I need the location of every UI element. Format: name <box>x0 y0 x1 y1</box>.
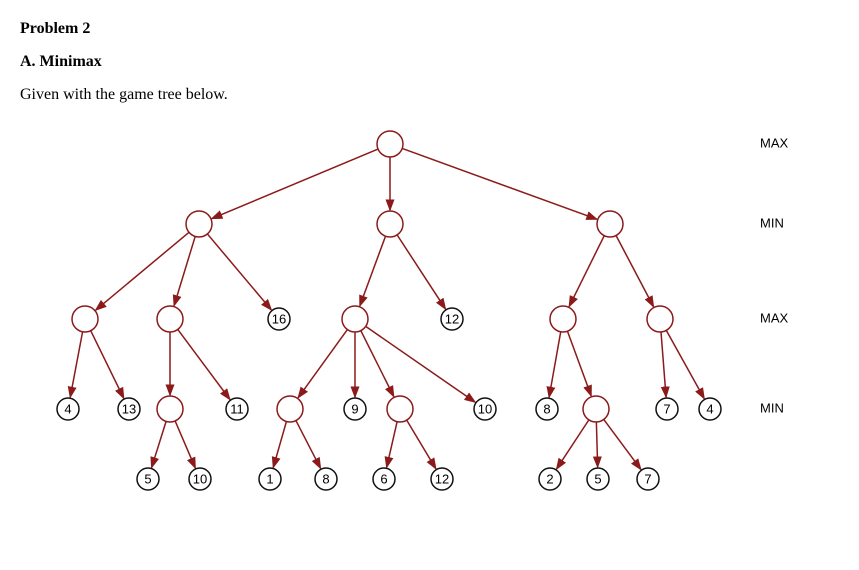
internal-node <box>157 396 183 422</box>
internal-node <box>550 306 576 332</box>
node-value: 11 <box>230 402 244 417</box>
node-value: 10 <box>193 472 207 487</box>
node-value: 6 <box>380 472 387 487</box>
node-value: 12 <box>435 472 449 487</box>
internal-node <box>72 306 98 332</box>
tree-edge <box>387 422 397 468</box>
tree-edge <box>175 421 195 468</box>
internal-node <box>387 396 413 422</box>
internal-node <box>277 396 303 422</box>
level-label: MAX <box>760 135 789 150</box>
tree-edge <box>361 331 394 397</box>
internal-node <box>647 306 673 332</box>
node-value: 1 <box>266 472 273 487</box>
node-value: 5 <box>594 472 601 487</box>
tree-edge <box>152 421 167 467</box>
node-value: 2 <box>546 472 553 487</box>
tree-edge <box>666 330 704 398</box>
tree-edge <box>557 420 589 469</box>
tree-edge <box>407 420 436 469</box>
problem-heading: Problem 2 <box>20 20 839 38</box>
tree-edge <box>96 232 189 310</box>
tree-edge <box>397 235 445 309</box>
node-value: 7 <box>644 472 651 487</box>
internal-node <box>583 396 609 422</box>
internal-node <box>186 211 212 237</box>
tree-edge <box>70 332 82 397</box>
tree-edge <box>296 421 321 469</box>
tree-edge <box>549 332 561 397</box>
node-value: 8 <box>322 472 329 487</box>
level-label: MIN <box>760 400 784 415</box>
tree-edge <box>569 236 604 307</box>
node-value: 7 <box>663 402 670 417</box>
node-value: 4 <box>706 402 713 417</box>
node-value: 16 <box>272 312 286 327</box>
node-value: 5 <box>144 472 151 487</box>
game-tree-diagram: 16 12 4 13 11 9 10 8 7 4 5 10 1 8 6 12 2 5 7 MAX MIN MAX MIN <box>20 114 840 514</box>
node-value: 4 <box>64 402 71 417</box>
internal-node <box>157 306 183 332</box>
internal-node <box>597 211 623 237</box>
internal-node <box>377 131 403 157</box>
tree-edge <box>567 331 591 396</box>
tree-edge <box>604 419 641 469</box>
level-labels: MAX MIN MAX MIN <box>760 135 789 415</box>
tree-edge <box>616 236 653 307</box>
tree-edge <box>661 332 666 397</box>
node-value: 9 <box>351 402 358 417</box>
tree-edge <box>402 148 597 219</box>
tree-edge <box>366 326 475 402</box>
tree-edge <box>360 236 386 306</box>
tree-edge <box>174 236 195 305</box>
tree-edge <box>91 331 124 399</box>
tree-edge <box>178 329 230 399</box>
tree-edge <box>212 149 378 219</box>
node-value: 10 <box>478 402 492 417</box>
node-value: 12 <box>445 312 459 327</box>
internal-node <box>377 211 403 237</box>
level-label: MIN <box>760 215 784 230</box>
node-value: 8 <box>543 402 550 417</box>
node-value: 13 <box>122 402 136 417</box>
tree-nodes: 16 12 4 13 11 9 10 8 7 4 5 10 1 8 6 12 2 5 7 <box>57 131 721 490</box>
tree-edge <box>207 234 271 310</box>
tree-edge <box>298 330 347 398</box>
tree-edge <box>596 422 597 467</box>
tree-edge <box>273 421 286 467</box>
section-heading: A. Minimax <box>20 53 839 71</box>
level-label: MAX <box>760 310 789 325</box>
internal-node <box>342 306 368 332</box>
intro-text: Given with the game tree below. <box>20 86 839 104</box>
